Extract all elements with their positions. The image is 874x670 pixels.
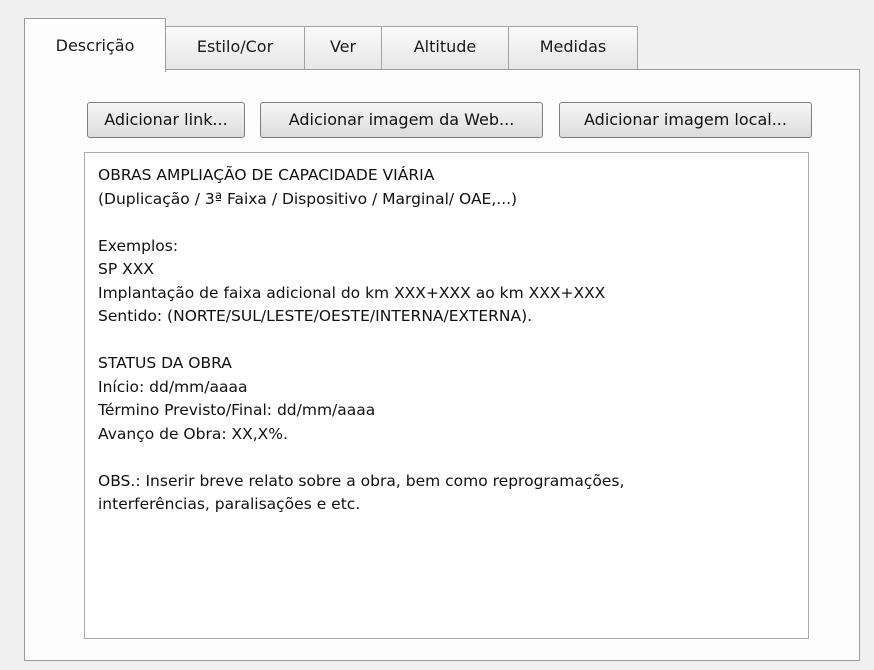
description-line: Término Previsto/Final: dd/mm/aaaa [98, 401, 376, 419]
description-line: Sentido: (NORTE/SUL/LESTE/OESTE/INTERNA/… [98, 307, 533, 325]
description-line: Implantação de faixa adicional do km XXX… [98, 283, 606, 302]
add-link-button[interactable]: Adicionar link... [87, 102, 245, 138]
description-line: STATUS DA OBRA [98, 354, 232, 372]
tab-estilo-cor[interactable]: Estilo/Cor [165, 26, 305, 70]
tab-ver[interactable]: Ver [304, 26, 382, 70]
add-local-image-button[interactable]: Adicionar imagem local... [559, 102, 812, 138]
description-line: (Duplicação / 3ª Faixa / Dispositivo / M… [98, 189, 518, 208]
description-line [98, 446, 795, 470]
tab-descricao[interactable]: Descrição [24, 18, 166, 72]
description-line: Exemplos: [98, 236, 179, 255]
add-web-image-button[interactable]: Adicionar imagem da Web... [260, 102, 543, 138]
description-line: SP XXX [98, 260, 154, 278]
tab-altitude[interactable]: Altitude [381, 26, 509, 70]
description-line: interferências, paralisações e etc. [98, 495, 361, 513]
description-panel: Adicionar link... Adicionar imagem da We… [24, 69, 860, 661]
description-line: OBS.: Inserir breve relato sobre a obra,… [98, 471, 625, 490]
description-line: OBRAS AMPLIAÇÃO DE CAPACIDADE VIÁRIA [98, 166, 435, 184]
description-line [98, 211, 795, 235]
description-textarea[interactable]: OBRAS AMPLIAÇÃO DE CAPACIDADE VIÁRIA (Du… [84, 152, 809, 639]
tab-medidas[interactable]: Medidas [508, 26, 638, 70]
description-line [98, 329, 795, 353]
description-line: Início: dd/mm/aaaa [98, 377, 248, 396]
description-dialog: Descrição Estilo/Cor Ver Altitude Medida… [0, 0, 874, 670]
description-line: Avanço de Obra: XX,X%. [98, 424, 288, 443]
